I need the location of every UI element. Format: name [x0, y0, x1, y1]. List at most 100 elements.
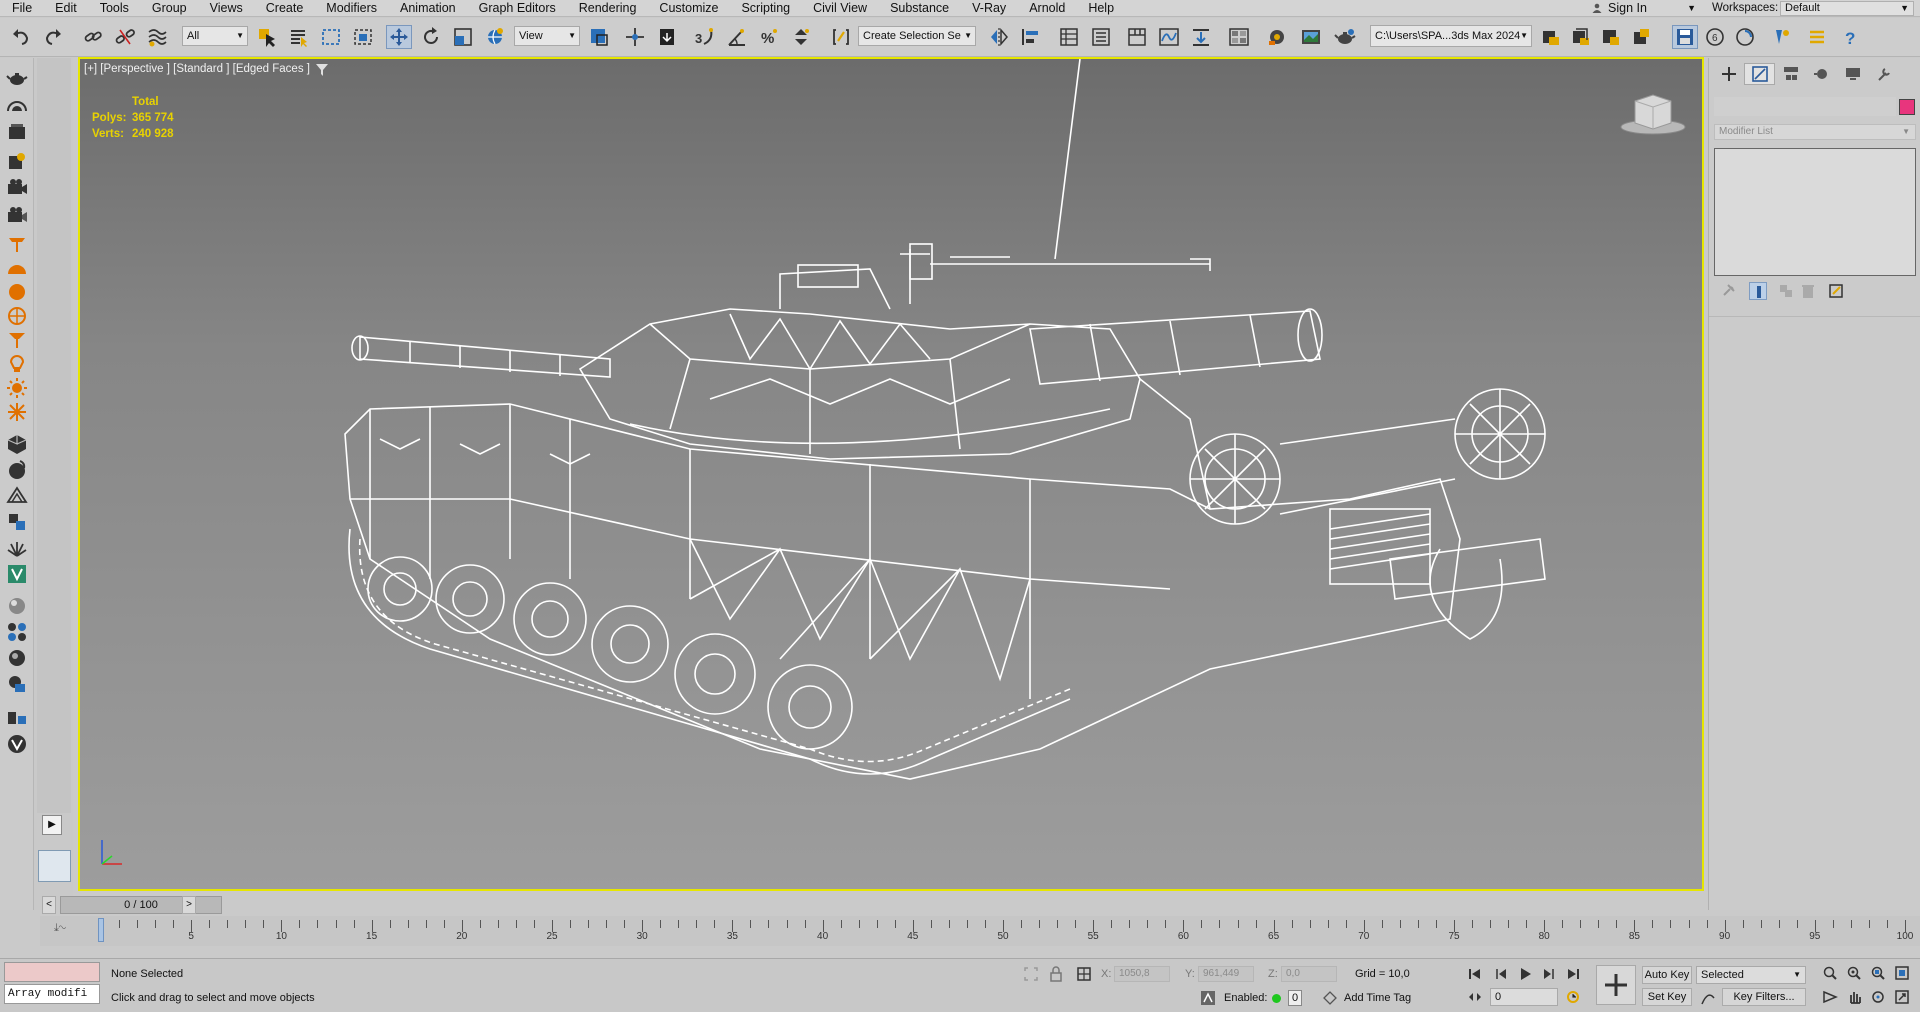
tab-display[interactable]	[1837, 63, 1868, 85]
x-coordinate-field[interactable]: 1050,8	[1114, 966, 1170, 982]
instancer-tool[interactable]	[5, 510, 29, 534]
video-camera-tool[interactable]	[5, 204, 29, 228]
project-folder-dropdown[interactable]: C:\Users\SPA...3ds Max 2024 ▼	[1370, 25, 1532, 47]
show-end-result-button[interactable]	[1749, 282, 1767, 300]
default-in-out-tangents-button[interactable]	[1700, 990, 1716, 1006]
key-mode-toggle[interactable]	[1466, 988, 1484, 1006]
time-slider-prev[interactable]: <	[42, 896, 56, 914]
angle-snap-button[interactable]	[724, 25, 750, 49]
menu-rendering[interactable]: Rendering	[567, 0, 648, 17]
keyboard-shortcut-override-button[interactable]	[654, 25, 680, 49]
select-and-scale-button[interactable]	[450, 25, 476, 49]
schematic-view-button[interactable]	[1188, 25, 1214, 49]
unlink-button[interactable]	[112, 25, 138, 49]
select-by-name-button[interactable]	[286, 25, 312, 49]
menu-edit[interactable]: Edit	[43, 0, 88, 17]
reference-coordinate-dropdown[interactable]: View ▼	[514, 26, 580, 46]
vray-tool-3-button[interactable]	[1598, 25, 1624, 49]
spinner-snap-button[interactable]	[788, 25, 814, 49]
key-selection-set-dropdown[interactable]: Selected ▼	[1696, 966, 1806, 984]
tab-create[interactable]	[1713, 63, 1744, 85]
sign-in-button[interactable]: Sign In ▼	[1588, 0, 1700, 17]
play-button[interactable]	[1516, 965, 1534, 983]
redo-button[interactable]	[40, 25, 66, 49]
menu-create[interactable]: Create	[254, 0, 315, 17]
select-and-rotate-button[interactable]	[418, 25, 444, 49]
arnold-light-button[interactable]	[1768, 25, 1794, 49]
menu-vray[interactable]: V-Ray	[960, 0, 1017, 17]
camera-tool[interactable]	[5, 176, 29, 200]
z-coordinate-field[interactable]: 0,0	[1281, 966, 1337, 982]
configure-modifier-sets-button[interactable]	[1827, 282, 1845, 300]
ies-light-tool[interactable]	[5, 352, 29, 376]
render-production-button[interactable]	[1332, 25, 1358, 49]
selection-filter-dropdown[interactable]: All ▼	[182, 26, 248, 46]
link-button[interactable]	[80, 25, 106, 49]
bind-space-warp-button[interactable]	[144, 25, 170, 49]
box-tool[interactable]	[5, 120, 29, 144]
rectangular-selection-button[interactable]	[318, 25, 344, 49]
time-slider-next[interactable]: >	[182, 896, 196, 914]
dome-light-tool[interactable]	[5, 256, 29, 280]
tab-hierarchy[interactable]	[1775, 63, 1806, 85]
arnold-menu-button[interactable]	[1804, 25, 1830, 49]
named-selection-dropdown[interactable]: Create Selection Se ▼	[858, 26, 976, 46]
zoom-extents-button[interactable]	[1870, 965, 1888, 983]
set-key-button[interactable]	[1596, 965, 1636, 1005]
render-elements-tool[interactable]	[5, 672, 29, 696]
menu-substance[interactable]: Substance	[878, 0, 960, 17]
zoom-button[interactable]	[1822, 965, 1840, 983]
sky-light-tool[interactable]	[5, 400, 29, 424]
snaps-toggle-button[interactable]: 3	[692, 25, 718, 49]
layer-explorer-button[interactable]	[1088, 25, 1114, 49]
scene-explorer-button[interactable]	[1056, 25, 1082, 49]
menu-modifiers[interactable]: Modifiers	[314, 0, 388, 17]
vray-toolbar-tool[interactable]	[5, 706, 29, 730]
y-coordinate-field[interactable]: 961,449	[1198, 966, 1254, 982]
tab-utilities[interactable]	[1868, 63, 1899, 85]
workspace-dropdown[interactable]: Default ▼	[1780, 1, 1914, 16]
multi-material-tool[interactable]	[5, 620, 29, 644]
go-to-start-button[interactable]	[1466, 965, 1484, 983]
current-frame-marker[interactable]	[98, 918, 104, 942]
zoom-extents-all-button[interactable]	[1894, 965, 1912, 983]
menu-graph-editors[interactable]: Graph Editors	[467, 0, 567, 17]
lamp-tool[interactable]	[5, 232, 29, 256]
arnold-render-button[interactable]	[1732, 25, 1758, 49]
menu-file[interactable]: File	[0, 0, 43, 17]
select-and-move-button[interactable]	[386, 25, 412, 49]
go-to-end-button[interactable]	[1564, 965, 1582, 983]
vray-material-tool[interactable]	[5, 562, 29, 586]
vray-tool-4-button[interactable]	[1628, 25, 1654, 49]
toggle-ribbon-button[interactable]	[1124, 25, 1150, 49]
percent-snap-button[interactable]: %	[756, 25, 782, 49]
rendered-frame-window-button[interactable]	[1298, 25, 1324, 49]
shapes-tool[interactable]	[5, 150, 29, 174]
menu-arnold[interactable]: Arnold	[1017, 0, 1076, 17]
field-of-view-button[interactable]	[1822, 989, 1840, 1007]
vray-logo-tool[interactable]	[5, 732, 29, 756]
maximize-viewport-button[interactable]	[1894, 989, 1912, 1007]
tab-motion[interactable]	[1806, 63, 1837, 85]
make-unique-button[interactable]	[1777, 282, 1795, 300]
edit-named-selection-button[interactable]	[828, 25, 854, 49]
previous-frame-button[interactable]	[1492, 965, 1510, 983]
render-setup-button[interactable]	[1264, 25, 1290, 49]
viewport-label-menu[interactable]: [+] [Perspective ] [Standard ] [Edged Fa…	[84, 63, 310, 75]
tab-modify[interactable]	[1744, 63, 1775, 85]
selection-lock-button[interactable]	[1048, 966, 1064, 982]
spot-light-tool[interactable]	[5, 328, 29, 352]
window-crossing-button[interactable]	[350, 25, 376, 49]
object-color-swatch[interactable]	[1899, 99, 1915, 115]
modifier-stack[interactable]	[1714, 148, 1916, 276]
texture-tool[interactable]	[5, 646, 29, 670]
maxscript-listener-output[interactable]	[4, 962, 100, 982]
expand-layout-button[interactable]: ▶	[42, 815, 62, 835]
menu-civil-view[interactable]: Civil View	[801, 0, 878, 17]
light-grid-tool[interactable]	[5, 304, 29, 328]
select-and-place-button[interactable]	[482, 25, 508, 49]
track-bar[interactable]: ⤓∿ 0510152025303540455055606570758085909…	[40, 916, 1920, 946]
absolute-offset-toggle[interactable]	[1076, 966, 1092, 982]
vray-tool-1-button[interactable]	[1538, 25, 1564, 49]
select-object-button[interactable]	[254, 25, 280, 49]
